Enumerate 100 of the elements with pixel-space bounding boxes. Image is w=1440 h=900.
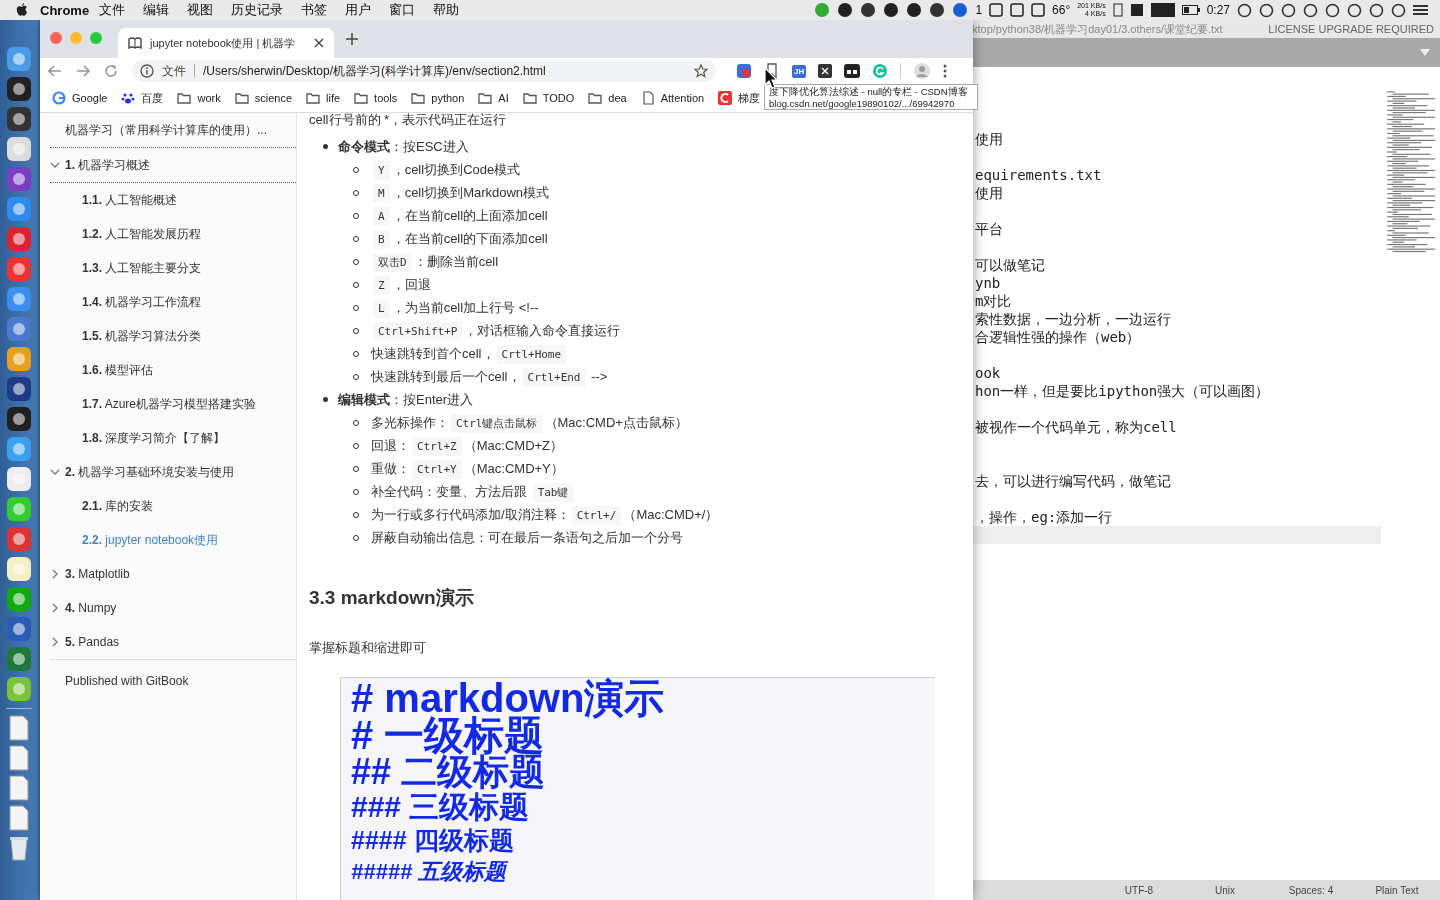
sidebar-item[interactable]: 1.3. 人工智能主要分支: [40, 251, 296, 285]
bookmark[interactable]: tools: [354, 91, 398, 105]
app-icon[interactable]: [6, 286, 32, 312]
sidebar-item[interactable]: 4. Numpy: [40, 591, 296, 625]
app-icon[interactable]: [6, 226, 32, 252]
app-icon[interactable]: [6, 586, 32, 612]
sidebar-item[interactable]: 2.1. 库的安装: [40, 489, 296, 523]
document-icon[interactable]: [8, 805, 30, 831]
app-icon[interactable]: [6, 436, 32, 462]
chevron-icon[interactable]: [50, 637, 60, 647]
bookmark[interactable]: AI: [478, 91, 509, 105]
menu-item[interactable]: 历史记录: [231, 1, 284, 19]
status-icon[interactable]: [860, 2, 877, 18]
plus-icon[interactable]: [346, 33, 358, 45]
menu-item[interactable]: 窗口: [389, 1, 416, 19]
status-icon[interactable]: [1325, 2, 1340, 18]
status-icon[interactable]: [1347, 2, 1362, 18]
status-item[interactable]: Spaces: 4: [1268, 884, 1354, 896]
bookmark[interactable]: Google: [52, 91, 108, 105]
bookmark[interactable]: 百度: [121, 90, 164, 106]
status-icon[interactable]: [837, 2, 854, 18]
extension-button[interactable]: JH: [792, 64, 807, 78]
document-icon[interactable]: [8, 715, 30, 741]
reload-icon[interactable]: [104, 64, 118, 78]
status-icon[interactable]: [989, 3, 1004, 17]
bookmark-icon[interactable]: [764, 63, 780, 79]
app-icon[interactable]: [6, 136, 32, 162]
close-icon[interactable]: [314, 38, 324, 48]
address-bar[interactable]: 文件 /Users/sherwin/Desktop/机器学习(科学计算库)/env/section2.html: [132, 60, 716, 82]
document-icon[interactable]: [8, 745, 30, 771]
status-item[interactable]: UTF-8: [1096, 884, 1182, 896]
bookmark[interactable]: TODO: [522, 91, 575, 105]
status-icon[interactable]: [1129, 3, 1144, 17]
bookmark[interactable]: 梯度: [718, 90, 761, 106]
status-icon[interactable]: [1303, 2, 1318, 18]
footer-link[interactable]: Published with GitBook: [40, 660, 296, 688]
status-icon[interactable]: [1281, 2, 1296, 18]
extension-icon[interactable]: [844, 64, 861, 78]
app-icon[interactable]: [6, 46, 32, 72]
extension-icon[interactable]: [818, 64, 833, 78]
chevron-icon[interactable]: [50, 569, 60, 579]
app-icon[interactable]: [6, 316, 32, 342]
forward-icon[interactable]: [76, 65, 90, 77]
info-icon[interactable]: [140, 64, 154, 78]
star-icon[interactable]: [694, 64, 708, 78]
status-icon[interactable]: [1112, 3, 1123, 17]
status-icon[interactable]: [1010, 3, 1025, 17]
status-icon[interactable]: [1259, 2, 1274, 18]
menu-item[interactable]: 用户: [345, 1, 372, 19]
menu-item[interactable]: 书签: [301, 1, 328, 19]
sidebar-item[interactable]: 2. 机器学习基础环境安装与使用: [40, 455, 296, 489]
app-icon[interactable]: [6, 646, 32, 672]
app-icon[interactable]: [6, 76, 32, 102]
status-icon[interactable]: [1391, 2, 1406, 18]
app-icon[interactable]: [6, 466, 32, 492]
sidebar-item[interactable]: 1.2. 人工智能发展历程: [40, 217, 296, 251]
app-icon[interactable]: [6, 406, 32, 432]
status-icon[interactable]: [906, 2, 923, 18]
sidebar-item[interactable]: 1. 机器学习概述: [40, 148, 296, 182]
sidebar-item[interactable]: 5. Pandas: [40, 625, 296, 659]
bookmark[interactable]: work: [177, 91, 221, 105]
app-icon[interactable]: [6, 556, 32, 582]
app-icon[interactable]: [6, 376, 32, 402]
app-icon[interactable]: [6, 676, 32, 702]
sidebar-item[interactable]: 1.5. 机器学习算法分类: [40, 319, 296, 353]
menu-icon[interactable]: [943, 64, 948, 78]
menu-item[interactable]: 视图: [187, 1, 214, 19]
bookmark[interactable]: life: [306, 91, 341, 105]
document-icon[interactable]: [8, 775, 30, 801]
bookmark[interactable]: Attention: [640, 91, 705, 105]
bookmark[interactable]: dea: [588, 91, 627, 105]
status-icon[interactable]: [883, 2, 900, 18]
apple-icon[interactable]: [16, 3, 28, 17]
book-title[interactable]: 机器学习（常用科学计算库的使用）...: [40, 123, 296, 147]
menu-item[interactable]: 编辑: [143, 1, 170, 19]
sidebar-item[interactable]: 1.4. 机器学习工作流程: [40, 285, 296, 319]
app-icon[interactable]: [6, 166, 32, 192]
app-icon[interactable]: [6, 196, 32, 222]
sidebar-item[interactable]: 1.1. 人工智能概述: [40, 183, 296, 217]
app-icon[interactable]: [6, 526, 32, 552]
app-menu[interactable]: Chrome: [40, 2, 90, 18]
app-icon[interactable]: [6, 496, 32, 522]
menu-item[interactable]: 帮助: [433, 1, 460, 19]
menu-item[interactable]: 文件: [99, 1, 126, 19]
sidebar-item[interactable]: 3. Matplotlib: [40, 557, 296, 591]
status-icon[interactable]: [1031, 3, 1046, 17]
bookmark[interactable]: science: [234, 91, 292, 105]
back-icon[interactable]: [48, 65, 62, 77]
status-icon[interactable]: [1150, 3, 1175, 17]
app-icon[interactable]: [6, 256, 32, 282]
status-icon[interactable]: [1369, 2, 1384, 18]
status-item[interactable]: Unix: [1182, 884, 1268, 896]
trash-icon[interactable]: [8, 835, 30, 861]
sidebar-item[interactable]: 1.6. 模型评估: [40, 353, 296, 387]
chevron-icon[interactable]: [50, 603, 60, 613]
status-icon[interactable]: [1237, 2, 1252, 18]
app-icon[interactable]: [6, 346, 32, 372]
sidebar-item[interactable]: 1.8. 深度学习简介【了解】: [40, 421, 296, 455]
app-icon[interactable]: [6, 616, 32, 642]
list-icon[interactable]: [1413, 3, 1428, 17]
